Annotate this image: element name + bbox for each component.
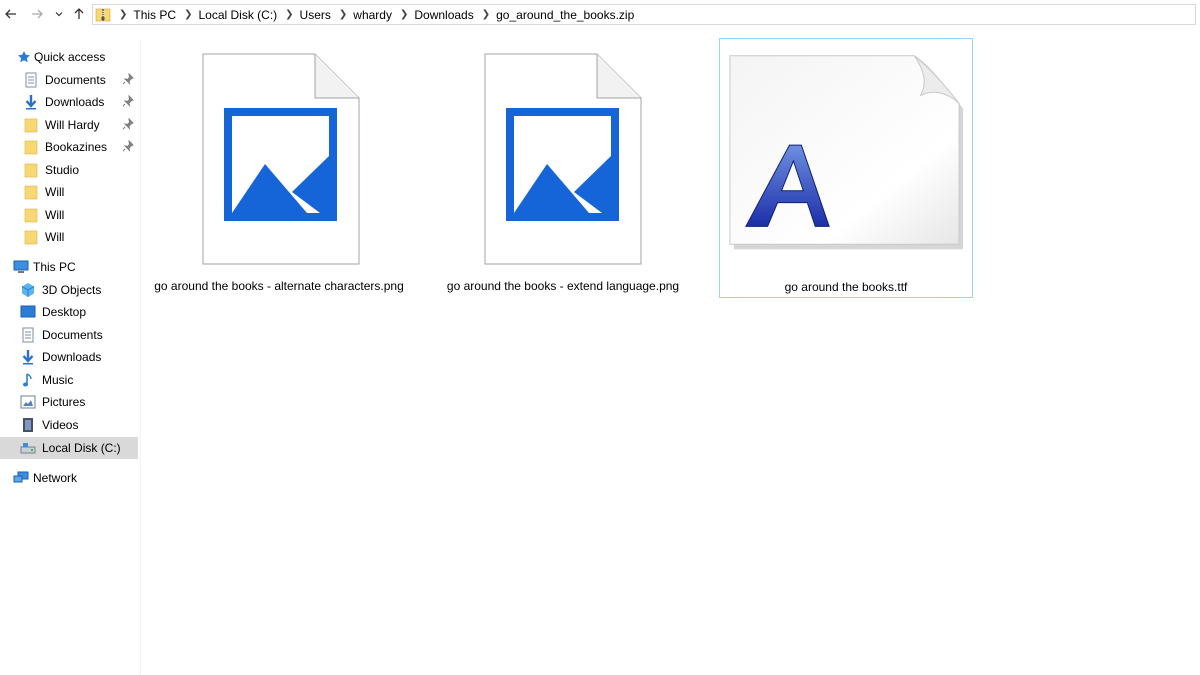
drive-icon <box>20 440 36 456</box>
download-arrow-icon <box>23 94 39 110</box>
navigation-pane: Quick access Documents Downloads Will Ha… <box>0 40 141 675</box>
navigation-bar: ❯ This PC ❯ Local Disk (C:) ❯ Users ❯ wh… <box>0 0 1200 28</box>
pin-icon <box>122 73 134 85</box>
file-item[interactable]: go around the books.ttf <box>719 38 973 298</box>
music-note-icon <box>20 372 36 388</box>
chevron-right-icon[interactable]: ❯ <box>339 9 347 20</box>
sidebar-item-local-disk[interactable]: Local Disk (C:) <box>0 437 138 459</box>
chevron-right-icon[interactable]: ❯ <box>285 9 293 20</box>
sidebar-item-network[interactable]: Network <box>0 467 138 489</box>
sidebar-item-will-3[interactable]: Will <box>0 226 138 248</box>
sidebar-item-label: Downloads <box>42 350 102 364</box>
sidebar-item-label: Documents <box>42 328 103 342</box>
pin-icon <box>122 95 134 107</box>
sidebar-item-label: Studio <box>45 163 80 177</box>
sidebar-item-videos[interactable]: Videos <box>0 414 138 436</box>
pin-icon <box>122 140 134 152</box>
chevron-right-icon[interactable]: ❯ <box>119 9 127 20</box>
sidebar-item-label: Will <box>45 230 65 244</box>
sidebar-item-label: Will <box>45 208 65 222</box>
star-icon <box>16 49 32 65</box>
sidebar-item-will-hardy[interactable]: Will Hardy <box>0 114 138 136</box>
folder-icon <box>23 229 39 245</box>
sidebar-item-downloads[interactable]: Downloads <box>0 91 138 113</box>
sidebar-item-will-2[interactable]: Will <box>0 204 138 226</box>
file-item[interactable]: go around the books - extend language.pn… <box>436 38 690 298</box>
sidebar-item-quick-access[interactable]: Quick access <box>0 46 138 68</box>
folder-icon <box>23 162 39 178</box>
file-name: go around the books.ttf <box>784 280 908 294</box>
arrow-up-icon <box>74 8 84 19</box>
cube-icon <box>20 282 36 298</box>
folder-icon <box>23 184 39 200</box>
sidebar-item-label: Music <box>42 373 74 387</box>
sidebar-item-label: Pictures <box>42 395 86 409</box>
forward-button[interactable] <box>28 4 46 24</box>
image-file-icon <box>484 53 642 265</box>
breadcrumb-users[interactable]: Users <box>300 8 331 22</box>
sidebar-item-label: Quick access <box>34 50 106 64</box>
sidebar-item-bookazines[interactable]: Bookazines <box>0 136 138 158</box>
desktop-icon <box>20 304 36 320</box>
file-view: go around the books - alternate characte… <box>140 28 1200 675</box>
sidebar-item-label: Desktop <box>42 305 87 319</box>
sidebar-item-documents-pc[interactable]: Documents <box>0 324 138 346</box>
sidebar-item-label: 3D Objects <box>42 283 102 297</box>
pictures-icon <box>20 394 36 410</box>
pin-icon <box>122 118 134 130</box>
network-icon <box>13 470 29 486</box>
sidebar-item-label: Local Disk (C:) <box>42 441 121 455</box>
breadcrumb-whardy[interactable]: whardy <box>353 8 392 22</box>
sidebar-item-label: Downloads <box>45 95 105 109</box>
documents-icon <box>23 72 39 88</box>
image-file-icon <box>202 53 360 265</box>
breadcrumb-downloads[interactable]: Downloads <box>414 8 473 22</box>
folder-icon <box>23 139 39 155</box>
download-arrow-icon <box>20 349 36 365</box>
sidebar-item-pictures[interactable]: Pictures <box>0 391 138 413</box>
up-button[interactable] <box>70 4 88 24</box>
chevron-right-icon[interactable]: ❯ <box>184 9 192 20</box>
sidebar-item-label: This PC <box>33 260 76 274</box>
breadcrumb-zip[interactable]: go_around_the_books.zip <box>496 8 634 22</box>
sidebar-item-label: Will <box>45 185 65 199</box>
sidebar-item-label: Network <box>33 471 78 485</box>
monitor-icon <box>13 259 29 275</box>
arrow-left-icon <box>5 9 16 19</box>
breadcrumb: ❯ This PC ❯ Local Disk (C:) ❯ Users ❯ wh… <box>117 8 640 22</box>
breadcrumb-this-pc[interactable]: This PC <box>133 8 176 22</box>
sidebar-item-label: Bookazines <box>45 140 108 154</box>
sidebar-item-label: Videos <box>42 418 79 432</box>
recent-locations-button[interactable] <box>52 4 66 24</box>
sidebar-item-this-pc[interactable]: This PC <box>0 256 138 278</box>
film-icon <box>20 417 36 433</box>
font-file-icon <box>729 55 964 250</box>
address-bar[interactable]: ❯ This PC ❯ Local Disk (C:) ❯ Users ❯ wh… <box>92 4 1196 25</box>
file-name: go around the books - extend language.pn… <box>446 279 680 293</box>
sidebar-item-downloads-pc[interactable]: Downloads <box>0 346 138 368</box>
back-button[interactable] <box>2 4 20 24</box>
sidebar-item-desktop[interactable]: Desktop <box>0 301 138 323</box>
breadcrumb-local-disk[interactable]: Local Disk (C:) <box>198 8 277 22</box>
sidebar-item-3d-objects[interactable]: 3D Objects <box>0 279 138 301</box>
chevron-right-icon[interactable]: ❯ <box>400 9 408 20</box>
folder-icon <box>23 117 39 133</box>
sidebar-item-music[interactable]: Music <box>0 369 138 391</box>
sidebar-item-studio[interactable]: Studio <box>0 159 138 181</box>
sidebar-item-documents[interactable]: Documents <box>0 69 138 91</box>
file-item[interactable]: go around the books - alternate characte… <box>152 38 406 298</box>
chevron-right-icon[interactable]: ❯ <box>482 9 490 20</box>
folder-icon <box>23 207 39 223</box>
zip-folder-icon <box>95 8 111 21</box>
documents-icon <box>20 327 36 343</box>
sidebar-item-will-1[interactable]: Will <box>0 181 138 203</box>
sidebar-item-label: Documents <box>45 73 106 87</box>
chevron-down-icon <box>55 12 63 17</box>
sidebar-item-label: Will Hardy <box>45 118 100 132</box>
arrow-right-icon <box>32 9 43 19</box>
file-name: go around the books - alternate characte… <box>154 279 404 293</box>
